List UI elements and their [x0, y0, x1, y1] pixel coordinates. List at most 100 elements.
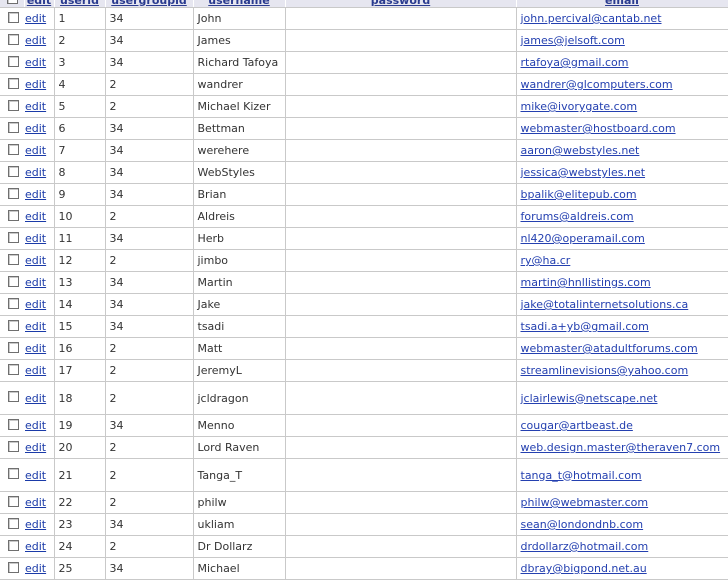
- edit-link[interactable]: edit: [25, 540, 46, 553]
- edit-link[interactable]: edit: [25, 562, 46, 575]
- userid-cell: 3: [54, 51, 106, 74]
- edit-link[interactable]: edit: [25, 342, 46, 355]
- row-checkbox[interactable]: [7, 297, 19, 309]
- row-checkbox[interactable]: [7, 495, 19, 507]
- usergroupid-cell: 34: [105, 557, 194, 580]
- edit-cell: edit: [24, 227, 55, 250]
- email-link[interactable]: web.design.master@theraven7.com: [521, 441, 721, 454]
- email-link[interactable]: philw@webmaster.com: [521, 496, 649, 509]
- password-cell: [285, 51, 517, 74]
- row-checkbox[interactable]: [7, 341, 19, 353]
- row-checkbox[interactable]: [7, 539, 19, 551]
- email-link[interactable]: mike@ivorygate.com: [521, 100, 638, 113]
- edit-link[interactable]: edit: [25, 34, 46, 47]
- email-link[interactable]: dbray@bigpond.net.au: [521, 562, 647, 575]
- edit-link[interactable]: edit: [25, 469, 46, 482]
- edit-link[interactable]: edit: [25, 232, 46, 245]
- row-checkbox[interactable]: [7, 121, 19, 133]
- edit-link[interactable]: edit: [25, 188, 46, 201]
- row-checkbox[interactable]: [7, 418, 19, 430]
- edit-link[interactable]: edit: [25, 496, 46, 509]
- email-header[interactable]: email: [516, 0, 728, 8]
- edit-link[interactable]: edit: [25, 122, 46, 135]
- edit-link[interactable]: edit: [25, 100, 46, 113]
- row-checkbox[interactable]: [7, 99, 19, 111]
- row-checkbox[interactable]: [7, 209, 19, 221]
- edit-link[interactable]: edit: [25, 518, 46, 531]
- email-link[interactable]: webmaster@atadultforums.com: [521, 342, 698, 355]
- email-link[interactable]: streamlinevisions@yahoo.com: [521, 364, 689, 377]
- email-link[interactable]: james@jelsoft.com: [521, 34, 625, 47]
- email-cell: jclairlewis@netscape.net: [516, 381, 728, 415]
- password-cell: [285, 359, 517, 382]
- userid-header[interactable]: userid: [54, 0, 106, 8]
- username-cell: Bettman: [193, 117, 286, 140]
- edit-link[interactable]: edit: [25, 419, 46, 432]
- email-link[interactable]: wandrer@glcomputers.com: [521, 78, 673, 91]
- email-link[interactable]: jclairlewis@netscape.net: [521, 392, 658, 405]
- usergroupid-cell: 2: [105, 491, 194, 514]
- email-link[interactable]: webmaster@hostboard.com: [521, 122, 676, 135]
- edit-link[interactable]: edit: [25, 441, 46, 454]
- email-link[interactable]: ry@ha.cr: [521, 254, 571, 267]
- email-link[interactable]: martin@hnllistings.com: [521, 276, 651, 289]
- email-link[interactable]: tsadi.a+yb@gmail.com: [521, 320, 649, 333]
- edit-header[interactable]: edit: [24, 0, 55, 8]
- usergroupid-cell: 34: [105, 7, 194, 30]
- row-checkbox[interactable]: [7, 391, 19, 402]
- email-link[interactable]: aaron@webstyles.net: [521, 144, 640, 157]
- row-select-cell: [0, 139, 24, 162]
- edit-link[interactable]: edit: [25, 78, 46, 91]
- edit-link[interactable]: edit: [25, 392, 46, 405]
- edit-link[interactable]: edit: [25, 320, 46, 333]
- usergroupid-cell: 34: [105, 51, 194, 74]
- row-checkbox[interactable]: [7, 11, 19, 23]
- username-header[interactable]: username: [193, 0, 286, 8]
- password-cell: [285, 73, 517, 96]
- row-checkbox[interactable]: [7, 363, 19, 375]
- row-checkbox[interactable]: [7, 275, 19, 287]
- email-link[interactable]: cougar@artbeast.de: [521, 419, 633, 432]
- email-link[interactable]: jessica@webstyles.net: [521, 166, 646, 179]
- email-link[interactable]: rtafoya@gmail.com: [521, 56, 629, 69]
- email-link[interactable]: forums@aldreis.com: [521, 210, 634, 223]
- edit-link[interactable]: edit: [25, 166, 46, 179]
- row-checkbox[interactable]: [7, 187, 19, 199]
- email-link[interactable]: sean@londondnb.com: [521, 518, 644, 531]
- edit-link[interactable]: edit: [25, 210, 46, 223]
- email-link[interactable]: tanga_t@hotmail.com: [521, 469, 642, 482]
- table-row: edit 3 34 Richard Tafoya rtafoya@gmail.com: [0, 51, 728, 74]
- table-row: edit 22 2 philw philw@webmaster.com: [0, 491, 728, 514]
- edit-link[interactable]: edit: [25, 144, 46, 157]
- select-all-checkbox[interactable]: [7, 0, 19, 4]
- email-link[interactable]: john.percival@cantab.net: [521, 12, 662, 25]
- row-checkbox[interactable]: [7, 517, 19, 529]
- row-checkbox[interactable]: [7, 55, 19, 67]
- row-checkbox[interactable]: [7, 165, 19, 177]
- table-row: edit 4 2 wandrer wandrer@glcomputers.com: [0, 73, 728, 96]
- row-checkbox[interactable]: [7, 468, 19, 479]
- email-link[interactable]: jake@totalinternetsolutions.ca: [521, 298, 689, 311]
- row-checkbox[interactable]: [7, 561, 19, 573]
- row-checkbox[interactable]: [7, 231, 19, 243]
- email-cell: jessica@webstyles.net: [516, 161, 728, 184]
- row-checkbox[interactable]: [7, 253, 19, 265]
- row-checkbox[interactable]: [7, 440, 19, 452]
- password-cell: [285, 491, 517, 514]
- edit-link[interactable]: edit: [25, 276, 46, 289]
- edit-link[interactable]: edit: [25, 254, 46, 267]
- email-link[interactable]: bpalik@elitepub.com: [521, 188, 637, 201]
- edit-link[interactable]: edit: [25, 298, 46, 311]
- password-header[interactable]: password: [285, 0, 517, 8]
- edit-link[interactable]: edit: [25, 12, 46, 25]
- usergroupid-header[interactable]: usergroupid: [105, 0, 194, 8]
- email-link[interactable]: drdollarz@hotmail.com: [521, 540, 649, 553]
- edit-link[interactable]: edit: [25, 56, 46, 69]
- email-link[interactable]: nl420@operamail.com: [521, 232, 645, 245]
- edit-cell: edit: [24, 337, 55, 360]
- row-checkbox[interactable]: [7, 319, 19, 331]
- edit-link[interactable]: edit: [25, 364, 46, 377]
- row-checkbox[interactable]: [7, 143, 19, 155]
- row-checkbox[interactable]: [7, 33, 19, 45]
- row-checkbox[interactable]: [7, 77, 19, 89]
